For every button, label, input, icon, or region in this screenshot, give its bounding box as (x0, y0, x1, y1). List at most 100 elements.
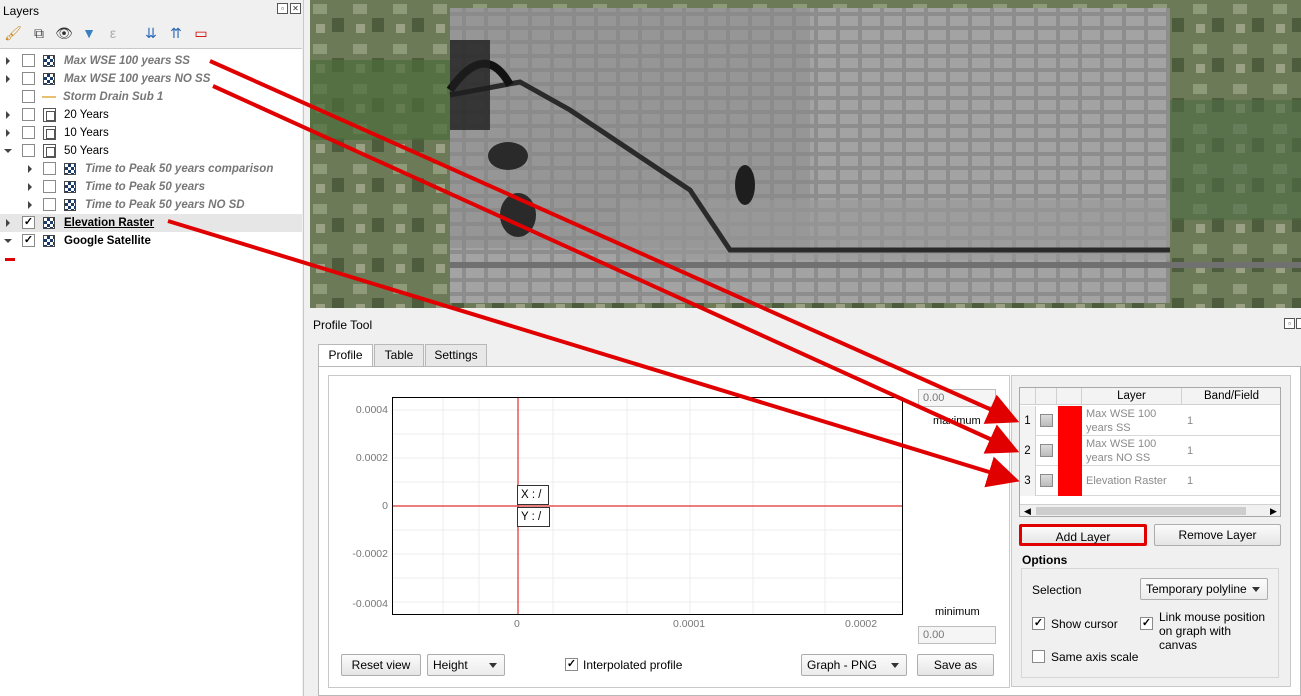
layer-row-google-satellite[interactable]: ✓ Google Satellite (0, 232, 302, 250)
raster-layer-icon (64, 199, 76, 211)
raster-layer-icon (64, 181, 76, 193)
style-brush-icon[interactable]: 🖌 (4, 24, 22, 42)
float-panel-icon[interactable]: ▫ (1284, 318, 1295, 329)
column-header-band[interactable]: Band/Field (1182, 388, 1280, 405)
row-layer-name: Max WSE 100 years NO SS (1086, 438, 1157, 464)
x-tick-label: 0 (514, 618, 520, 630)
layer-row-storm-drain[interactable]: Storm Drain Sub 1 (0, 88, 302, 106)
layers-panel-title: Layers (3, 4, 40, 18)
plot-mode-select[interactable]: Height (427, 654, 505, 676)
layer-visibility-checkbox[interactable]: ✓ (22, 234, 35, 247)
remove-layer-icon[interactable]: ▭ (192, 24, 210, 42)
group-visibility-checkbox[interactable] (22, 126, 35, 139)
expand-all-icon[interactable]: ⇊ (142, 24, 160, 42)
filter-icon[interactable]: ▼ (80, 24, 98, 42)
collapse-arrow-icon[interactable] (4, 239, 12, 243)
group-row-20-years[interactable]: 20 Years (0, 106, 302, 124)
y-tick-label: 0.0002 (355, 452, 388, 464)
expand-arrow-icon[interactable] (6, 75, 10, 83)
expand-arrow-icon[interactable] (6, 57, 10, 65)
row-number: 3 (1020, 466, 1036, 496)
y-tick-label: 0 (382, 500, 388, 512)
layer-visibility-checkbox[interactable]: ✓ (22, 216, 35, 229)
interpolated-profile-checkbox[interactable]: ✓ (565, 658, 578, 671)
show-cursor-checkbox[interactable]: ✓ (1032, 617, 1045, 630)
color-swatch[interactable] (1058, 406, 1082, 436)
layer-label: Max WSE 100 years SS (64, 55, 190, 67)
row-checkbox[interactable] (1040, 444, 1053, 457)
cursor-y-readout: Y : / (517, 507, 550, 527)
visibility-eye-icon[interactable]: 👁 (55, 24, 73, 42)
float-panel-icon[interactable]: ▫ (277, 3, 288, 14)
show-cursor-label: Show cursor (1051, 617, 1118, 631)
color-swatch[interactable] (1058, 466, 1082, 496)
layer-tree: Max WSE 100 years SS Max WSE 100 years N… (0, 48, 302, 696)
layer-visibility-checkbox[interactable] (43, 198, 56, 211)
horizontal-scrollbar[interactable]: ◀ ▶ (1020, 504, 1280, 516)
group-row-10-years[interactable]: 10 Years (0, 124, 302, 142)
table-row[interactable]: 2 Max WSE 100 years NO SS 1 (1020, 436, 1280, 466)
row-band: 1 (1187, 445, 1194, 457)
tab-table[interactable]: Table (374, 344, 424, 366)
save-as-button[interactable]: Save as (917, 654, 994, 676)
export-format-select[interactable]: Graph - PNG (801, 654, 907, 676)
layer-label: Time to Peak 50 years (85, 181, 205, 193)
layer-row-elevation-raster[interactable]: ✓ Elevation Raster (0, 214, 302, 232)
scroll-right-icon[interactable]: ▶ (1270, 506, 1277, 516)
raster-layer-icon (43, 73, 55, 85)
layer-visibility-checkbox[interactable] (43, 162, 56, 175)
expand-arrow-icon[interactable] (28, 183, 32, 191)
layer-row-ttp-50[interactable]: Time to Peak 50 years (0, 178, 302, 196)
column-header-layer[interactable]: Layer (1082, 388, 1182, 405)
selection-mode-select[interactable]: Temporary polyline (1140, 578, 1268, 600)
group-icon (43, 144, 56, 158)
row-checkbox[interactable] (1040, 414, 1053, 427)
x-tick-label: 0.0001 (673, 618, 706, 630)
plot-canvas[interactable] (392, 397, 903, 615)
selection-label: Selection (1032, 583, 1082, 597)
group-visibility-checkbox[interactable] (22, 108, 35, 121)
collapse-all-icon[interactable]: ⇈ (167, 24, 185, 42)
add-group-icon[interactable]: ⧉ (30, 24, 48, 42)
layer-visibility-checkbox[interactable] (43, 180, 56, 193)
layer-visibility-checkbox[interactable] (22, 72, 35, 85)
remove-layer-button[interactable]: Remove Layer (1154, 524, 1281, 546)
tab-settings[interactable]: Settings (425, 344, 487, 366)
close-panel-icon[interactable] (1296, 318, 1301, 329)
scroll-thumb[interactable] (1036, 507, 1246, 515)
group-row-50-years[interactable]: 50 Years (0, 142, 302, 160)
group-icon (43, 126, 56, 140)
tab-profile[interactable]: Profile (318, 344, 373, 367)
collapse-arrow-icon[interactable] (4, 149, 12, 153)
table-corner (1020, 388, 1036, 405)
map-canvas[interactable] (310, 0, 1301, 308)
expand-arrow-icon[interactable] (28, 165, 32, 173)
color-swatch[interactable] (1058, 436, 1082, 466)
same-axis-checkbox[interactable] (1032, 650, 1045, 663)
layer-visibility-checkbox[interactable] (22, 54, 35, 67)
table-row[interactable]: 3 Elevation Raster 1 (1020, 466, 1280, 496)
group-visibility-checkbox[interactable] (22, 144, 35, 157)
table-row[interactable]: 1 Max WSE 100 years SS 1 (1020, 406, 1280, 436)
expand-arrow-icon[interactable] (28, 201, 32, 209)
layer-row-ttp-comparison[interactable]: Time to Peak 50 years comparison (0, 160, 302, 178)
layer-visibility-checkbox[interactable] (22, 90, 35, 103)
profile-tool-title: Profile Tool (313, 318, 373, 332)
scroll-left-icon[interactable]: ◀ (1024, 506, 1031, 516)
layer-row-max-wse-no-ss[interactable]: Max WSE 100 years NO SS (0, 70, 302, 88)
layer-row-max-wse-ss[interactable]: Max WSE 100 years SS (0, 52, 302, 70)
link-mouse-checkbox[interactable]: ✓ (1140, 617, 1153, 630)
y-tick-label: -0.0002 (352, 548, 388, 560)
reset-view-button[interactable]: Reset view (341, 654, 421, 676)
layer-row-ttp-no-sd[interactable]: Time to Peak 50 years NO SD (0, 196, 302, 214)
row-checkbox[interactable] (1040, 474, 1053, 487)
add-layer-button[interactable]: Add Layer (1019, 524, 1147, 546)
filter-expression-icon[interactable]: ε (104, 24, 122, 42)
row-number: 1 (1020, 406, 1036, 436)
expand-arrow-icon[interactable] (6, 219, 10, 227)
expand-arrow-icon[interactable] (6, 129, 10, 137)
maximum-spinbox[interactable]: 0.00 (918, 389, 996, 407)
expand-arrow-icon[interactable] (6, 111, 10, 119)
close-panel-icon[interactable]: ✕ (290, 3, 301, 14)
minimum-spinbox[interactable]: 0.00 (918, 626, 996, 644)
